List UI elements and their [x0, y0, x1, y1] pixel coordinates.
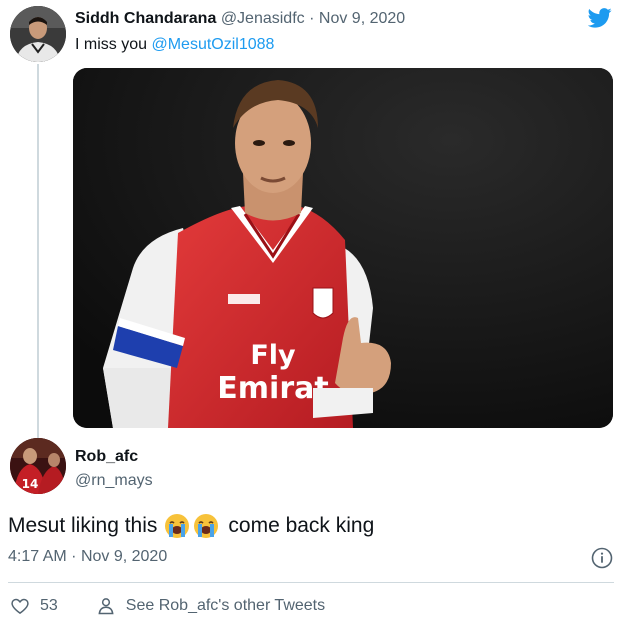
reply-author-name[interactable]: Rob_afc: [75, 448, 138, 466]
divider: [8, 582, 614, 583]
reply-time: 4:17 AM: [8, 548, 67, 565]
separator: ·: [309, 10, 315, 27]
avatar[interactable]: [10, 6, 66, 62]
like-count: 53: [40, 597, 58, 614]
loudly-crying-face-icon: [165, 514, 190, 538]
person-icon: [98, 598, 114, 615]
original-tweet: Siddh Chandarana @Jenasidfc · Nov 9, 202…: [0, 0, 630, 448]
tweet-header: Siddh Chandarana @Jenasidfc · Nov 9, 202…: [75, 10, 405, 28]
loudly-crying-face-icon: [194, 514, 219, 538]
author-handle[interactable]: @Jenasidfc: [221, 10, 305, 27]
reply-text: Mesut liking this come back king: [8, 513, 374, 539]
tweet-text: I miss you @MesutOzil1088: [75, 36, 274, 54]
reply-avatar[interactable]: 14: [10, 438, 66, 494]
tweet-photo[interactable]: Fly Emirat: [73, 68, 613, 428]
mention-link[interactable]: @MesutOzil1088: [151, 36, 274, 53]
tweet-date[interactable]: Nov 9, 2020: [319, 10, 405, 27]
avatar-photo: [10, 6, 66, 62]
reply-avatar-photo: 14: [10, 438, 66, 494]
other-tweets-link[interactable]: See Rob_afc's other Tweets: [96, 596, 325, 616]
reply-text-before: Mesut liking this: [8, 514, 158, 537]
info-icon[interactable]: [591, 547, 613, 569]
player-photo: Fly Emirat: [73, 68, 613, 428]
emoji-group: [164, 513, 222, 539]
like-button[interactable]: 53: [10, 596, 58, 616]
reply-author-handle[interactable]: @rn_mays: [75, 472, 153, 490]
svg-text:Fly: Fly: [250, 340, 296, 371]
reply-actions: 53 See Rob_afc's other Tweets: [10, 594, 325, 618]
heart-icon: [11, 598, 29, 615]
svg-text:14: 14: [22, 477, 39, 491]
separator: ·: [71, 548, 77, 565]
author-name[interactable]: Siddh Chandarana: [75, 10, 216, 27]
thread-line: [37, 64, 39, 448]
reply-timestamp[interactable]: 4:17 AM · Nov 9, 2020: [8, 548, 167, 566]
reply-text-after: come back king: [228, 514, 375, 537]
other-tweets-label: See Rob_afc's other Tweets: [125, 597, 326, 614]
svg-text:Emirat: Emirat: [217, 371, 328, 406]
tweet-text-prefix: I miss you: [75, 36, 148, 53]
reply-date: Nov 9, 2020: [80, 548, 168, 565]
